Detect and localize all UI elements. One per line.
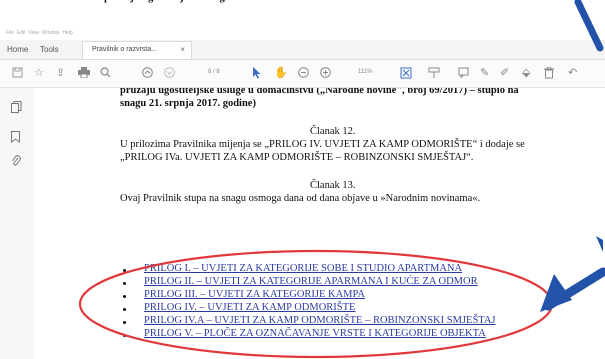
arrow-pointer-icon (540, 236, 605, 312)
highlight-ellipse (78, 249, 554, 359)
arrow-top-icon (574, 0, 604, 52)
annotation-overlay (78, 0, 605, 359)
